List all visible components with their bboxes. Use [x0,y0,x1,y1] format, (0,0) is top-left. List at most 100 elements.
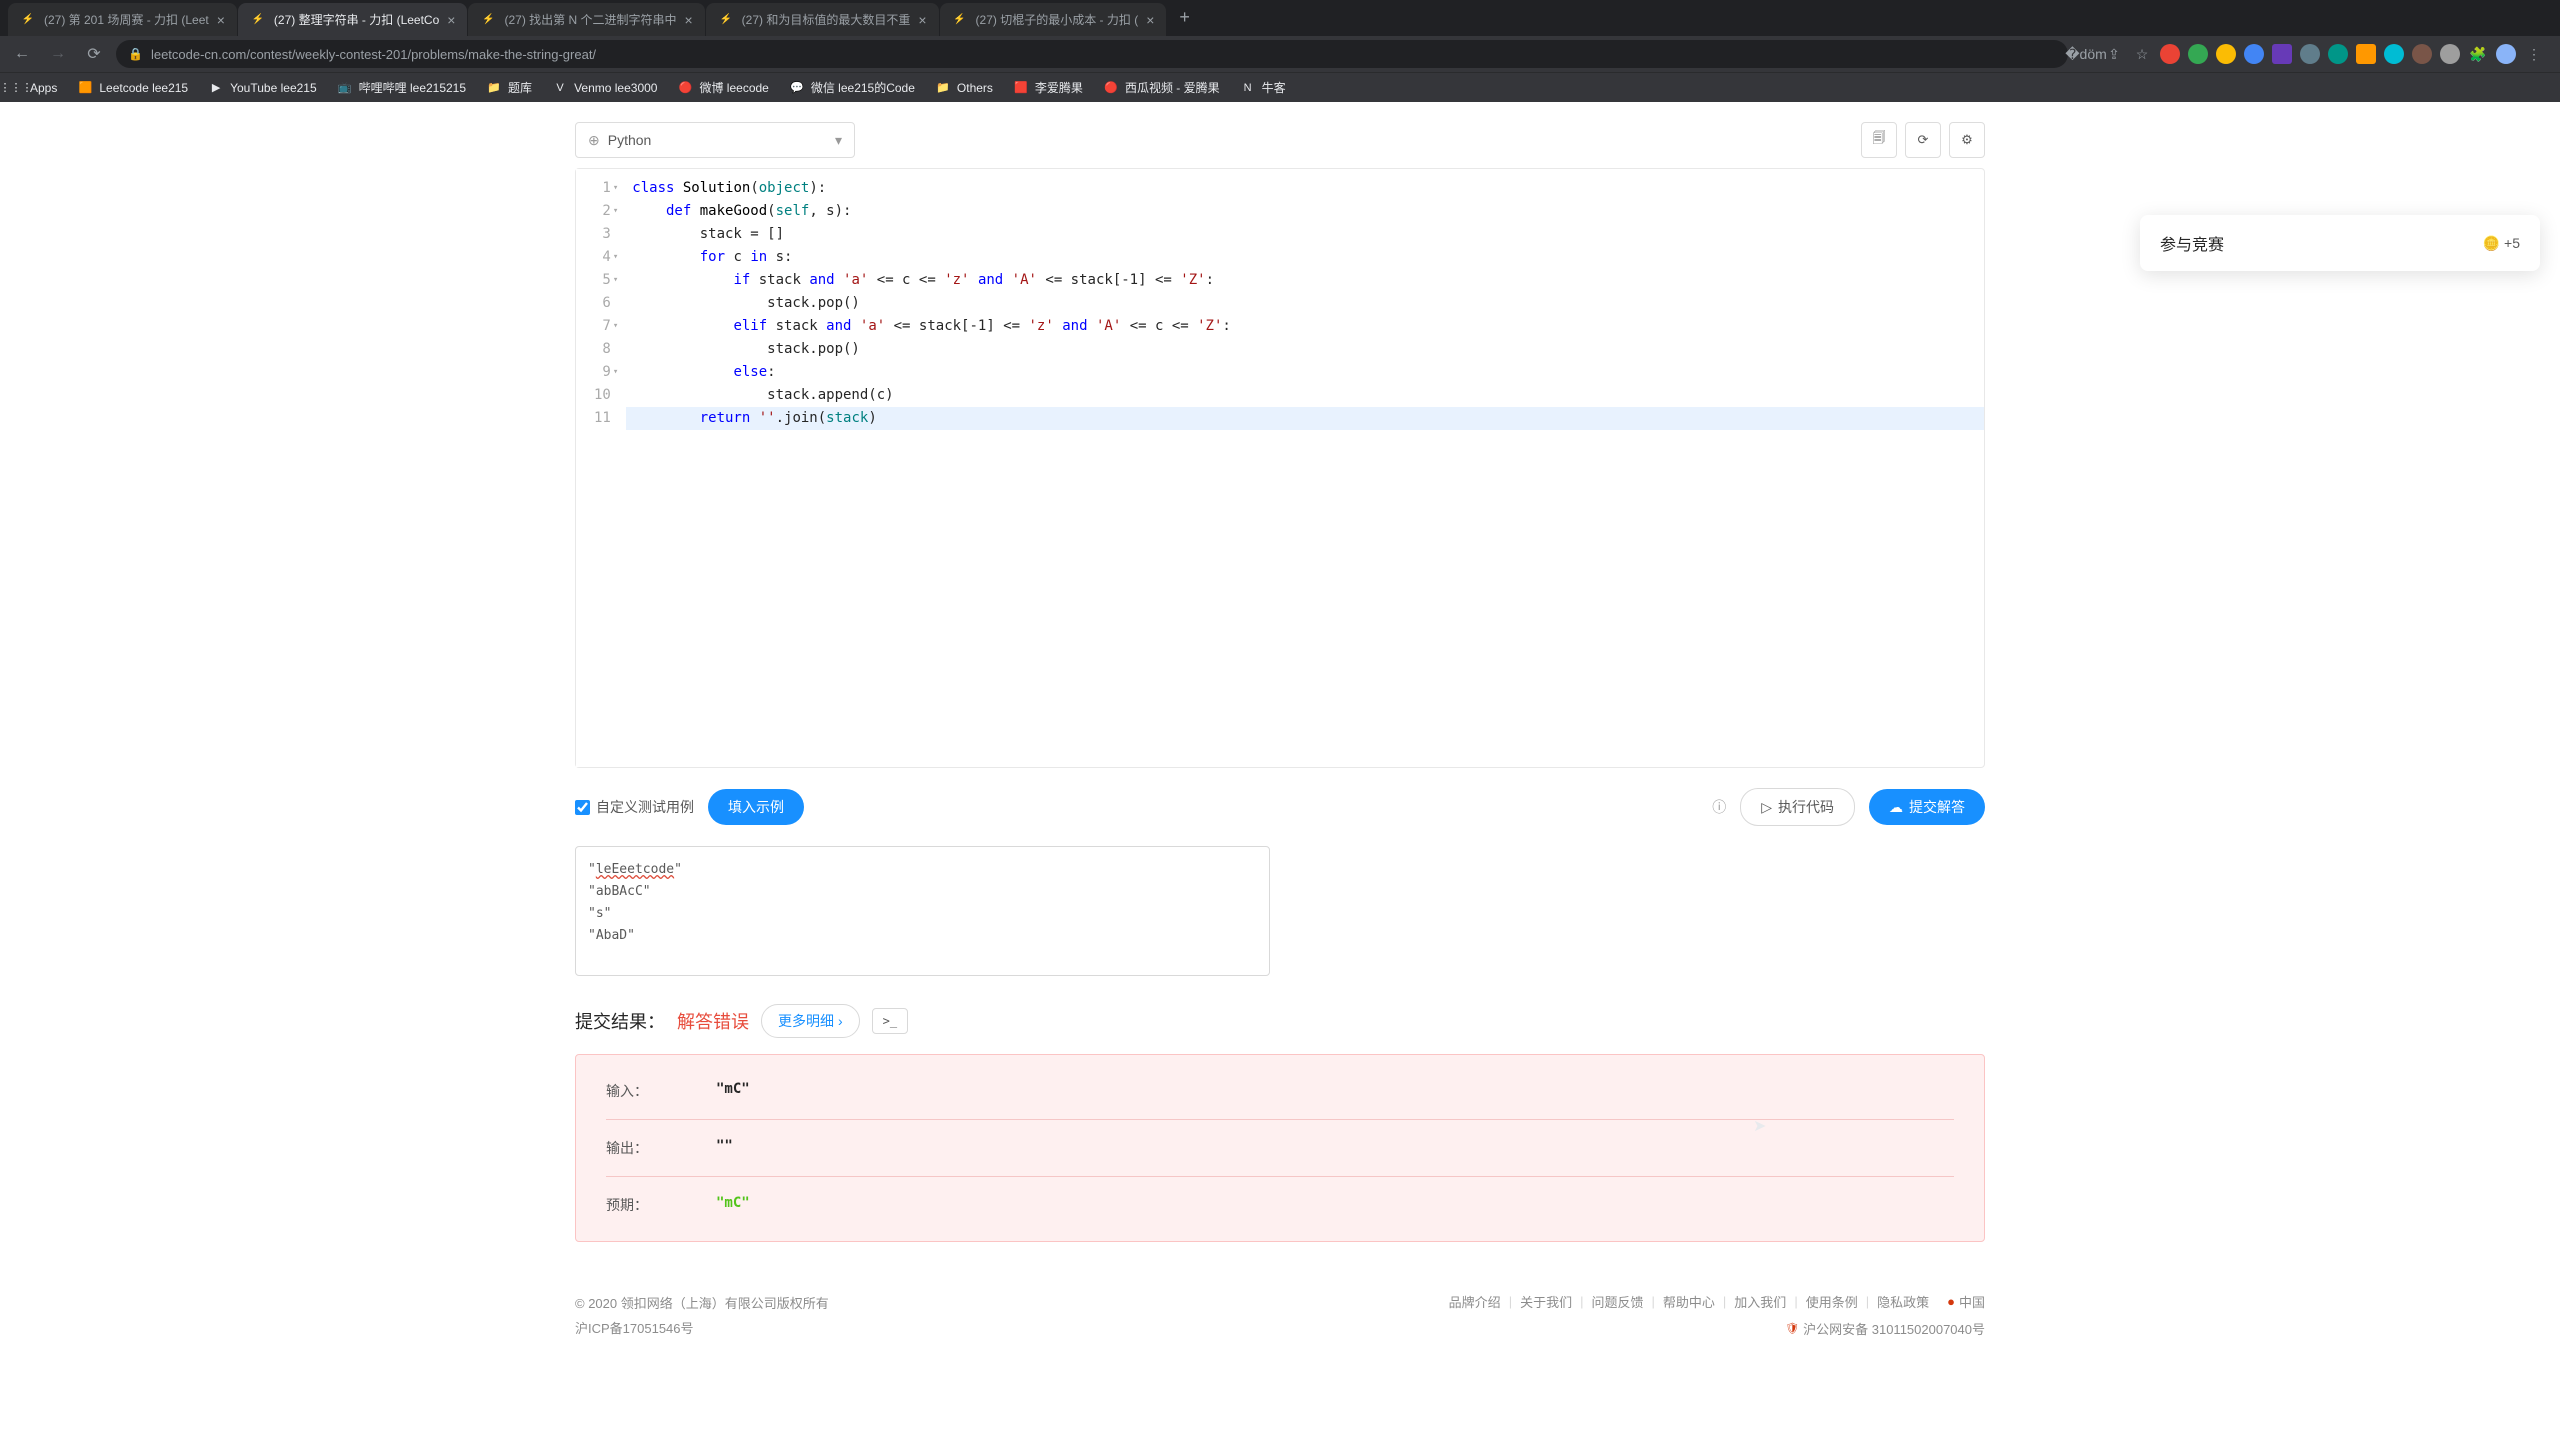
forward-button[interactable]: → [44,40,72,68]
ext-2-icon[interactable] [2188,44,2208,64]
footer-link[interactable]: 帮助中心 [1663,1292,1715,1311]
menu-icon[interactable]: ⋮ [2524,44,2544,64]
bookmark-item[interactable]: ▶YouTube lee215 [208,79,317,96]
bookmark-item[interactable]: VVenmo lee3000 [552,79,657,96]
tab-title: (27) 找出第 N 个二进制字符串中 [504,11,676,28]
code-line[interactable]: stack.pop() [626,338,1984,361]
bookmark-item[interactable]: N牛客 [1240,79,1286,96]
browser-tab[interactable]: ⚡ (27) 找出第 N 个二进制字符串中 × [468,3,704,36]
new-tab-button[interactable]: + [1167,0,1202,36]
language-label: Python [608,132,652,148]
region-selector[interactable]: ●中国 [1947,1292,1985,1311]
bookmark-label: Apps [30,81,57,95]
browser-tab[interactable]: ⚡ (27) 整理字符串 - 力扣 (LeetCo × [238,3,468,36]
tab-close-icon[interactable]: × [918,12,926,28]
footer-links: 品牌介绍|关于我们|问题反馈|帮助中心|加入我们|使用条例|隐私政策●中国 [1449,1292,1985,1311]
help-icon[interactable]: ⓘ [1712,797,1726,817]
ext-10-icon[interactable] [2412,44,2432,64]
footer-link[interactable]: 关于我们 [1520,1292,1572,1311]
bookmark-icon: 🔴 [677,80,693,96]
bookmark-item[interactable]: 📺哔哩哔哩 lee215215 [337,79,466,96]
star-icon[interactable]: ☆ [2132,44,2152,64]
bookmark-icon: 🔴 [1103,80,1119,96]
lock-icon: 🔒 [128,47,143,61]
region-flag-icon: ● [1947,1294,1955,1309]
bookmark-code-button[interactable]: 🗐 [1861,122,1897,158]
code-line[interactable]: stack.pop() [626,292,1984,315]
tab-close-icon[interactable]: × [217,12,225,28]
result-status: 解答错误 [677,1008,749,1034]
code-line[interactable]: def makeGood(self, s): [626,200,1984,223]
ext-4-icon[interactable] [2244,44,2264,64]
ext-5-icon[interactable] [2272,44,2292,64]
more-details-link[interactable]: 更多明细 › [761,1004,860,1038]
mouse-cursor: ➤ [1753,1116,1766,1136]
bookmark-item[interactable]: 🔴西瓜视频 - 爱腾果 [1103,79,1220,96]
ext-11-icon[interactable] [2440,44,2460,64]
bookmark-item[interactable]: 💬微信 lee215的Code [789,79,915,96]
footer-link[interactable]: 加入我们 [1734,1292,1786,1311]
code-line[interactable]: stack.append(c) [626,384,1984,407]
testcase-textarea[interactable]: "leEeetcode""abBAcC""s""AbaD" [575,846,1270,976]
bookmark-item[interactable]: 🟧Leetcode lee215 [77,79,188,96]
custom-testcase-input[interactable] [575,800,590,815]
browser-tab[interactable]: ⚡ (27) 和为目标值的最大数目不重 × [706,3,939,36]
bookmark-item[interactable]: 📁Others [935,79,993,96]
bookmark-item[interactable]: ⋮⋮⋮Apps [8,79,57,96]
code-editor[interactable]: 1▾2▾3 4▾5▾6 7▾8 9▾10 11 class Solution(o… [575,168,1985,768]
profile-avatar[interactable] [2496,44,2516,64]
bookmark-item[interactable]: 📁题库 [486,79,532,96]
ext-7-icon[interactable] [2328,44,2348,64]
console-button[interactable]: >_ [872,1008,908,1034]
code-line[interactable]: for c in s: [626,246,1984,269]
icp-text: 沪ICP备17051546号 [575,1317,829,1342]
share-icon[interactable]: ⇪ [2104,44,2124,64]
submit-button[interactable]: ☁ 提交解答 [1869,789,1985,825]
bookmark-icon: V [552,80,568,96]
code-line[interactable]: return ''.join(stack) [626,407,1984,430]
contest-float-card[interactable]: 参与竞赛 🪙 +5 [2140,215,2540,271]
browser-tab[interactable]: ⚡ (27) 第 201 场周赛 - 力扣 (Leet × [8,3,237,36]
settings-button[interactable]: ⚙ [1949,122,1985,158]
result-key: 预期： [606,1195,716,1215]
reset-code-button[interactable]: ⟳ [1905,122,1941,158]
tab-close-icon[interactable]: × [684,12,692,28]
reload-button[interactable]: ⟳ [80,40,108,68]
url-bar[interactable]: 🔒 leetcode-cn.com/contest/weekly-contest… [116,40,2068,68]
code-line[interactable]: stack = [] [626,223,1984,246]
ext-1-icon[interactable] [2160,44,2180,64]
extensions-icon[interactable]: 🧩 [2468,44,2488,64]
bookmark-item[interactable]: 🔴 微博 leecode [677,79,768,96]
language-select[interactable]: ⊕ Python [575,122,855,158]
code-line[interactable]: else: [626,361,1984,384]
code-line[interactable]: if stack and 'a' <= c <= 'z' and 'A' <= … [626,269,1984,292]
play-icon: ▷ [1761,799,1772,816]
editor-code-area[interactable]: class Solution(object): def makeGood(sel… [626,169,1984,767]
translate-icon[interactable]: �döm [2076,44,2096,64]
ext-3-icon[interactable] [2216,44,2236,64]
code-line[interactable]: elif stack and 'a' <= stack[-1] <= 'z' a… [626,315,1984,338]
fill-example-button[interactable]: 填入示例 [708,789,804,825]
result-header-label: 提交结果： [575,1008,665,1034]
ext-6-icon[interactable] [2300,44,2320,64]
tab-favicon: ⚡ [480,12,496,28]
custom-testcase-checkbox[interactable]: 自定义测试用例 [575,797,694,817]
footer-link[interactable]: 问题反馈 [1591,1292,1643,1311]
tab-close-icon[interactable]: × [1146,12,1154,28]
result-box: 输入： "mC"输出： ""预期： "mC" [575,1054,1985,1242]
footer-link[interactable]: 品牌介绍 [1449,1292,1501,1311]
chevron-right-icon: › [838,1013,843,1029]
bookmark-item[interactable]: 🟥李爱腾果 [1013,79,1083,96]
tab-close-icon[interactable]: × [447,12,455,28]
code-line[interactable]: class Solution(object): [626,177,1984,200]
bookmark-label: 微博 leecode [699,79,768,96]
ext-8-icon[interactable] [2356,44,2376,64]
footer-link[interactable]: 使用条例 [1806,1292,1858,1311]
ext-9-icon[interactable] [2384,44,2404,64]
browser-tab-bar: ⚡ (27) 第 201 场周赛 - 力扣 (Leet ×⚡ (27) 整理字符… [0,0,2560,36]
back-button[interactable]: ← [8,40,36,68]
footer-link[interactable]: 隐私政策 [1877,1292,1929,1311]
run-code-button[interactable]: ▷ 执行代码 [1740,788,1855,826]
url-text: leetcode-cn.com/contest/weekly-contest-2… [151,47,596,62]
browser-tab[interactable]: ⚡ (27) 切棍子的最小成本 - 力扣 ( × [940,3,1167,36]
